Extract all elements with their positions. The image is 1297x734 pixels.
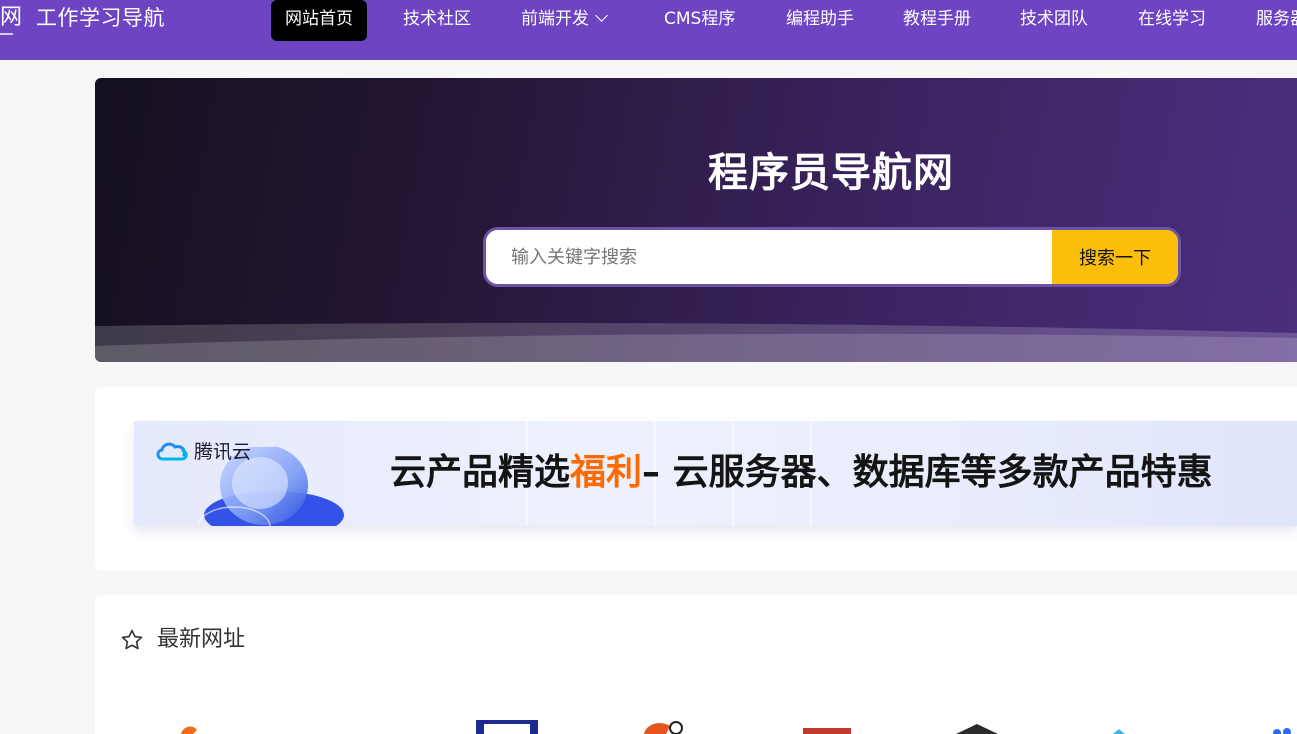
banner-card: 腾讯云 云产品精选福利– 云服务器、数据库等多款产品特惠 (95, 387, 1297, 570)
site-name[interactable]: 工作学习导航 (36, 4, 165, 32)
nav-item-frontend-label: 前端开发 (521, 9, 589, 29)
search-button[interactable]: 搜索一下 (1052, 230, 1178, 284)
hero-wave-decoration (95, 322, 1297, 362)
search-box: 搜索一下 (483, 227, 1181, 287)
logo-underline (0, 33, 13, 35)
section-title: 最新网址 (157, 627, 246, 652)
tencent-cloud-ad-banner[interactable]: 腾讯云 云产品精选福利– 云服务器、数据库等多款产品特惠 (134, 421, 1297, 526)
hero-search-section: 程序员导航网 搜索一下 (95, 78, 1297, 362)
top-nav-bar: 网 工作学习导航 网站首页 技术社区 前端开发 CMS程序 编程助手 教程手册 … (0, 0, 1297, 60)
site-logo[interactable]: 网 (0, 4, 22, 32)
tencent-cloud-logo (156, 442, 188, 461)
site-icon[interactable] (803, 720, 851, 734)
hero-title: 程序员导航网 (708, 150, 954, 196)
nav-item-tech-teams[interactable]: 技术团队 (1020, 0, 1088, 41)
site-icon[interactable] (640, 720, 690, 734)
ad-text-before: 云产品精选 (390, 452, 571, 493)
nav-item-cms[interactable]: CMS程序 (664, 0, 735, 41)
latest-sites-section: 最新网址 (95, 595, 1297, 734)
nav-item-online-learning[interactable]: 在线学习 (1138, 0, 1206, 41)
nav-item-coding-assistant[interactable]: 编程助手 (786, 0, 854, 41)
nav-item-tutorials[interactable]: 教程手册 (903, 0, 971, 41)
site-icon[interactable] (1265, 720, 1297, 734)
star-icon (121, 629, 143, 650)
nav-item-servers[interactable]: 服务器 (1256, 0, 1297, 41)
site-icon[interactable] (952, 720, 1002, 734)
ad-headline: 云产品精选福利– 云服务器、数据库等多款产品特惠 (390, 449, 1213, 497)
chevron-down-icon (595, 9, 608, 22)
site-icon[interactable] (1105, 720, 1135, 734)
ad-text-after: – 云服务器、数据库等多款产品特惠 (642, 452, 1213, 493)
site-icon[interactable] (476, 720, 538, 734)
nav-item-frontend[interactable]: 前端开发 (521, 0, 608, 41)
ad-text-highlight: 福利 (570, 452, 643, 493)
nav-item-tech-community[interactable]: 技术社区 (403, 0, 471, 41)
ad-brand-name: 腾讯云 (194, 441, 252, 463)
nav-item-home[interactable]: 网站首页 (271, 0, 367, 41)
search-input[interactable] (486, 230, 1052, 284)
site-icon[interactable] (175, 720, 215, 734)
